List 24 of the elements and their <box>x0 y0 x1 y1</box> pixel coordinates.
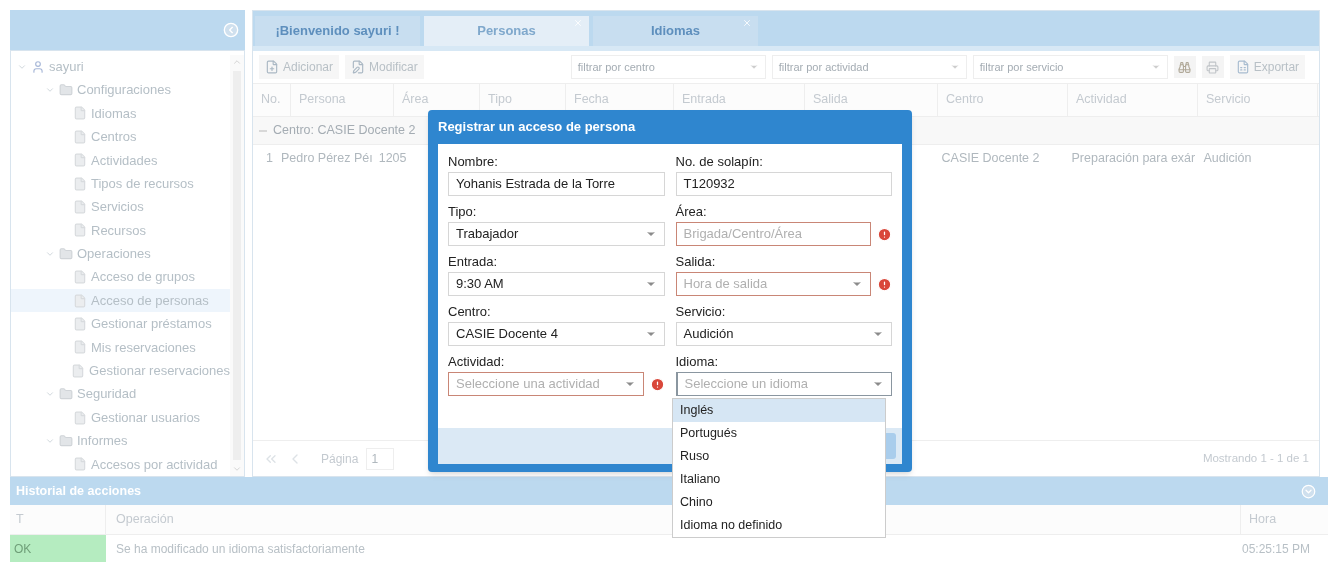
table-cell-text: CASIE Docente 2 <box>941 149 1041 167</box>
field-label: Idioma: <box>675 353 720 371</box>
field-label: Nombre: <box>448 153 499 171</box>
field-label: Área: <box>675 203 708 221</box>
table-cell-text: Audición <box>1203 149 1252 167</box>
field-label: Salida: <box>675 253 717 271</box>
field-label: Actividad: <box>448 353 506 371</box>
table-cell-text: Se ha modificado un idioma satisfactoriamente <box>116 540 365 558</box>
table-cell-text: 1205 <box>378 149 407 167</box>
pager-summary: Mostrando 1 - 1 de 1 <box>1202 450 1309 466</box>
group-label: Centro: CASIE Docente 2 <box>273 122 416 140</box>
field-label: No. de solapín: <box>675 153 764 171</box>
status-cell: OK <box>10 535 106 562</box>
field-label: Servicio: <box>675 303 727 321</box>
dialog-title: Registrar un acceso de persona <box>438 118 637 137</box>
table-cell-text: Preparación para exár <box>1071 149 1197 167</box>
field-label: Tipo: <box>448 203 478 221</box>
field-label: Centro: <box>448 303 492 321</box>
field-label: Entrada: <box>448 253 499 271</box>
table-cell-text: Pedro Pérez Péı <box>281 149 373 167</box>
table-cell-text: 1 <box>265 149 273 167</box>
table-cell-text: 05:25:15 PM <box>1241 540 1312 558</box>
history-title: Historial de acciones <box>16 482 143 500</box>
page-label: Página <box>321 450 359 468</box>
